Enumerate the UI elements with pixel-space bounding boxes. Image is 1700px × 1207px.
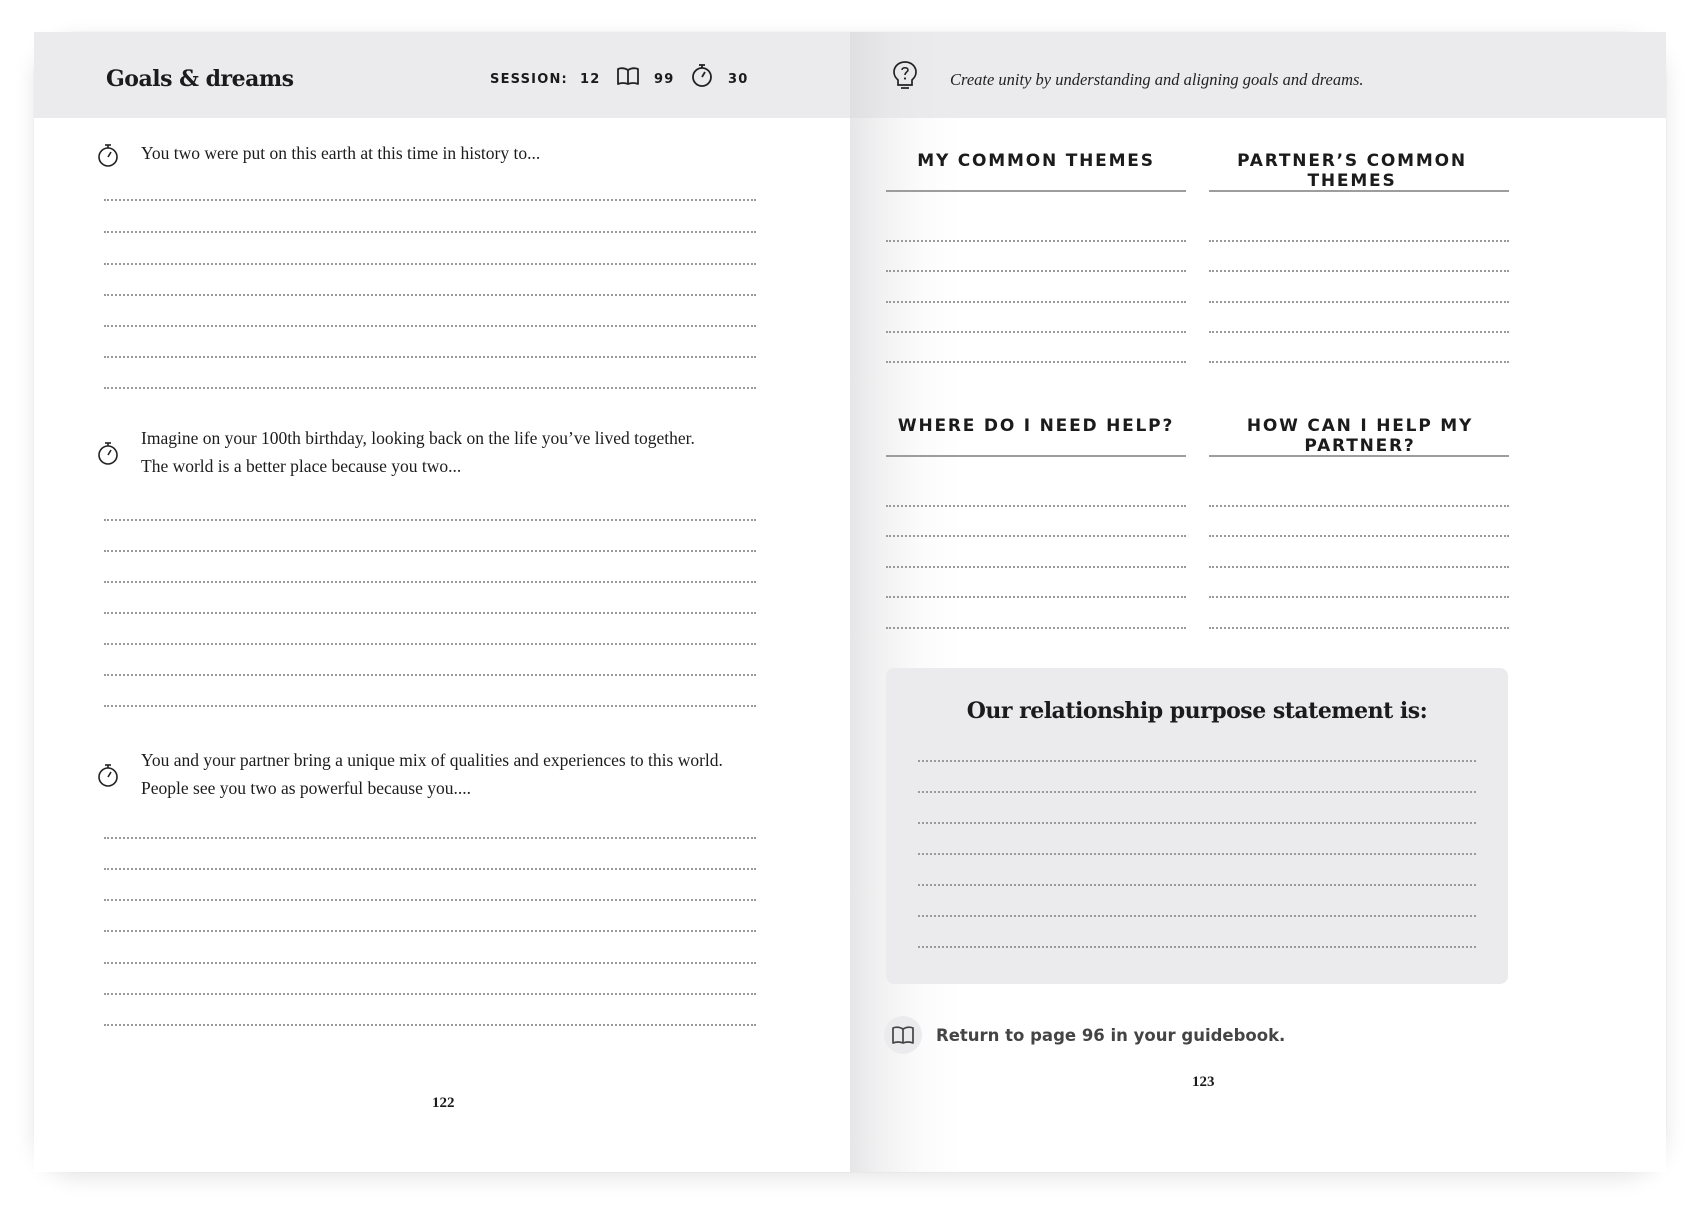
chapter-title: Goals & dreams [106,66,294,92]
stopwatch-icon [96,762,120,793]
stopwatch-icon [690,62,714,93]
left-page: Goals & dreams SESSION: 12 99 30 You two… [34,32,850,1172]
column-header-partner-common-themes: PARTNER’S COMMON THEMES [1237,151,1467,191]
column-header-how-help-partner: HOW CAN I HELP MY PARTNER? [1246,416,1474,456]
stopwatch-icon [96,440,120,471]
column-rule [1209,455,1509,457]
book-icon [891,1025,915,1050]
session-tagline: Create unity by understanding and aligni… [950,70,1364,89]
left-header-band: Goals & dreams SESSION: 12 99 30 [34,32,850,118]
return-to-guidebook-note: Return to page 96 in your guidebook. [936,1026,1286,1045]
prompt-2-line-1: Imagine on your 100th birthday, looking … [141,428,695,448]
column-rule [1209,190,1509,192]
page-number-left: 122 [432,1095,455,1111]
prompt-2: Imagine on your 100th birthday, looking … [141,425,695,480]
session-number: 12 [580,72,601,87]
column-rule [886,190,1186,192]
lightbulb-question-icon [892,60,918,95]
prompt-3-line-2: People see you two as powerful because y… [141,777,471,798]
minutes-count: 30 [728,72,749,87]
prompt-2-line-2: The world is a better place because you … [141,455,462,476]
purpose-statement-panel: Our relationship purpose statement is: [886,668,1508,984]
purpose-statement-title: Our relationship purpose statement is: [966,698,1428,724]
right-page: Create unity by understanding and aligni… [850,32,1666,1172]
prompt-3: You and your partner bring a unique mix … [141,747,723,802]
guidebook-page-ref: 99 [654,72,675,87]
prompt-1-line-1: You two were put on this earth at this t… [141,143,541,163]
prompt-1: You two were put on this earth at this t… [141,140,540,168]
column-rule [886,455,1186,457]
session-label: SESSION: [490,72,568,87]
right-header-band: Create unity by understanding and aligni… [850,32,1666,118]
prompt-3-line-1: You and your partner bring a unique mix … [141,750,723,770]
column-header-where-need-help: WHERE DO I NEED HELP? [897,416,1175,436]
stopwatch-icon [96,142,120,173]
return-book-badge [884,1016,922,1054]
book-icon [616,66,640,91]
column-header-my-common-themes: MY COMMON THEMES [917,151,1155,171]
page-number-right: 123 [1192,1074,1215,1090]
